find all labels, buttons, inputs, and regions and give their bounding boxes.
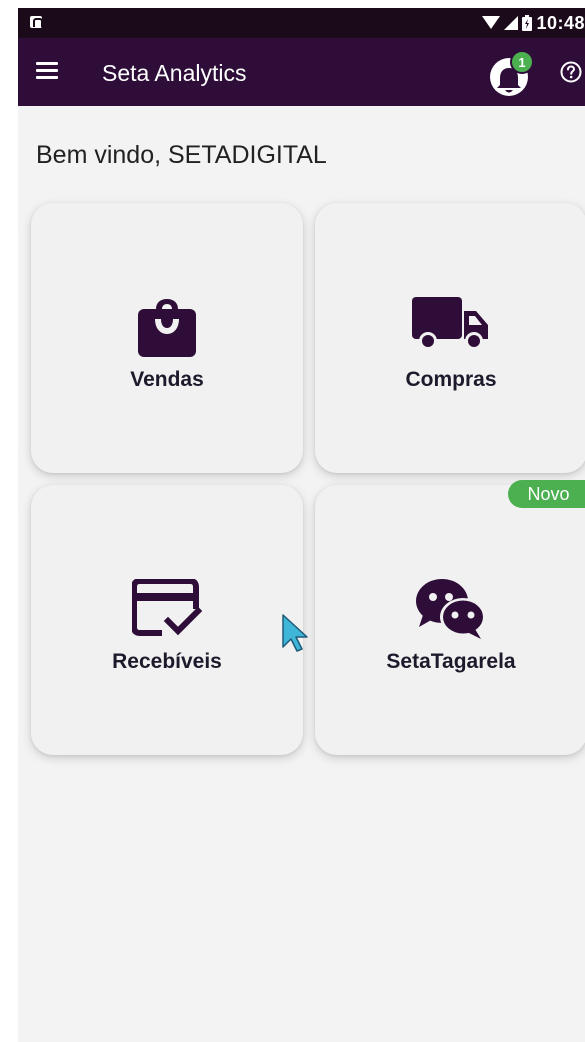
card-compras[interactable]: Compras [315, 203, 585, 473]
signal-icon [504, 16, 519, 30]
card-recebiveis[interactable]: Recebíveis [31, 485, 303, 755]
hamburger-menu-icon[interactable] [36, 62, 58, 80]
card-setatagarela[interactable]: SetaTagarela [315, 485, 585, 755]
notification-app-icon [30, 16, 43, 28]
card-label-vendas: Vendas [130, 368, 204, 391]
card-check-icon [132, 579, 202, 636]
chat-bubbles-icon [416, 579, 486, 639]
help-icon[interactable] [559, 60, 583, 84]
shopping-bag-icon [138, 299, 196, 357]
card-label-setatagarela: SetaTagarela [386, 650, 516, 673]
status-bar: 10:48 [18, 8, 585, 38]
truck-icon [412, 297, 488, 350]
status-time: 10:48 [536, 12, 585, 33]
notifications-button[interactable]: 1 [488, 50, 534, 96]
card-label-compras: Compras [405, 368, 497, 391]
app-title: Seta Analytics [102, 60, 247, 86]
novo-badge: Novo [508, 480, 585, 508]
battery-icon [522, 15, 533, 31]
app-bar: Seta Analytics 1 [18, 38, 585, 106]
wifi-icon [482, 16, 501, 29]
card-label-recebiveis: Recebíveis [112, 650, 222, 673]
status-indicators: 10:48 [482, 13, 585, 33]
mouse-pointer-icon [282, 614, 308, 652]
notification-count-badge: 1 [510, 50, 534, 74]
app-screen: 10:48 Seta Analytics 1 Bem vindo, SETADI… [18, 8, 585, 1042]
welcome-greeting: Bem vindo, SETADIGITAL [36, 141, 327, 169]
card-vendas[interactable]: Vendas [31, 203, 303, 473]
